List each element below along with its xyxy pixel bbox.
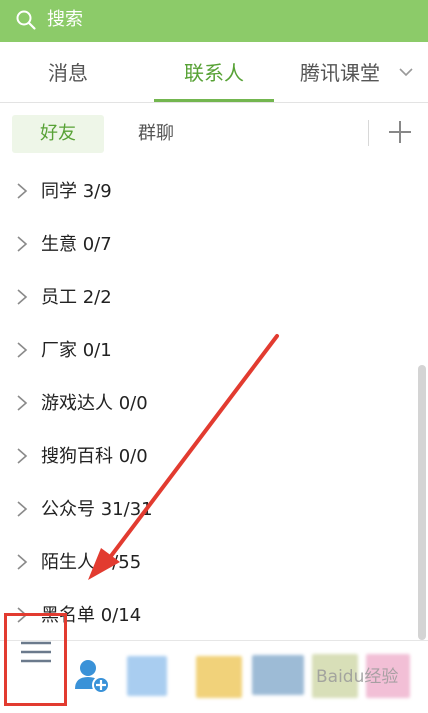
search-icon [16, 10, 36, 30]
group-label: 游戏达人 0/0 [41, 393, 148, 414]
chevron-right-icon [17, 448, 28, 464]
plus-icon[interactable] [388, 120, 412, 144]
group-label: 搜狗百科 0/0 [41, 446, 148, 467]
group-label: 员工 2/2 [41, 287, 112, 308]
group-label: 厂家 0/1 [41, 340, 112, 361]
friend-group-row[interactable]: 员工 2/2 [0, 271, 420, 324]
friend-group-row[interactable]: 厂家 0/1 [0, 324, 420, 377]
chevron-right-icon [17, 554, 28, 570]
menu-icon [21, 641, 51, 663]
group-label: 生意 0/7 [41, 234, 112, 255]
group-label: 陌生人 4/55 [41, 552, 142, 573]
app-icon[interactable] [127, 656, 167, 696]
friend-group-row[interactable]: 生意 0/7 [0, 218, 420, 271]
chevron-down-icon[interactable] [398, 64, 414, 80]
friend-group-row[interactable]: 搜狗百科 0/0 [0, 430, 420, 483]
chevron-right-icon [17, 289, 28, 305]
active-tab-indicator [154, 99, 274, 102]
tab-messages[interactable]: 消息 [18, 42, 118, 102]
friend-group-row[interactable]: 公众号 31/31 [0, 483, 420, 536]
add-contact-icon[interactable] [72, 655, 112, 695]
chevron-right-icon [17, 395, 28, 411]
watermark: Baidu经验 [316, 667, 399, 687]
friend-group-row[interactable]: 同学 3/9 [0, 165, 420, 218]
chevron-right-icon [17, 183, 28, 199]
group-label: 同学 3/9 [41, 181, 112, 202]
scrollbar[interactable] [418, 365, 426, 640]
main-menu-button[interactable] [4, 613, 67, 706]
main-tabs: 消息 联系人 腾讯课堂 [0, 42, 428, 103]
tab-contacts[interactable]: 联系人 [154, 42, 274, 102]
subtab-groups[interactable]: 群聊 [112, 115, 200, 153]
chevron-right-icon [17, 501, 28, 517]
friend-group-row[interactable]: 陌生人 4/55 [0, 536, 420, 589]
group-label: 公众号 31/31 [41, 499, 153, 520]
search-placeholder: 搜索 [47, 9, 83, 30]
chevron-right-icon [17, 342, 28, 358]
app-icon[interactable] [196, 656, 242, 698]
search-bar[interactable]: 搜索 [0, 0, 428, 42]
app-icon[interactable] [252, 655, 304, 695]
contact-subtabs: 好友 群聊 [0, 103, 428, 163]
subtab-friends[interactable]: 好友 [12, 115, 104, 153]
chevron-right-icon [17, 236, 28, 252]
friend-group-row[interactable]: 游戏达人 0/0 [0, 377, 420, 430]
divider [368, 120, 369, 146]
